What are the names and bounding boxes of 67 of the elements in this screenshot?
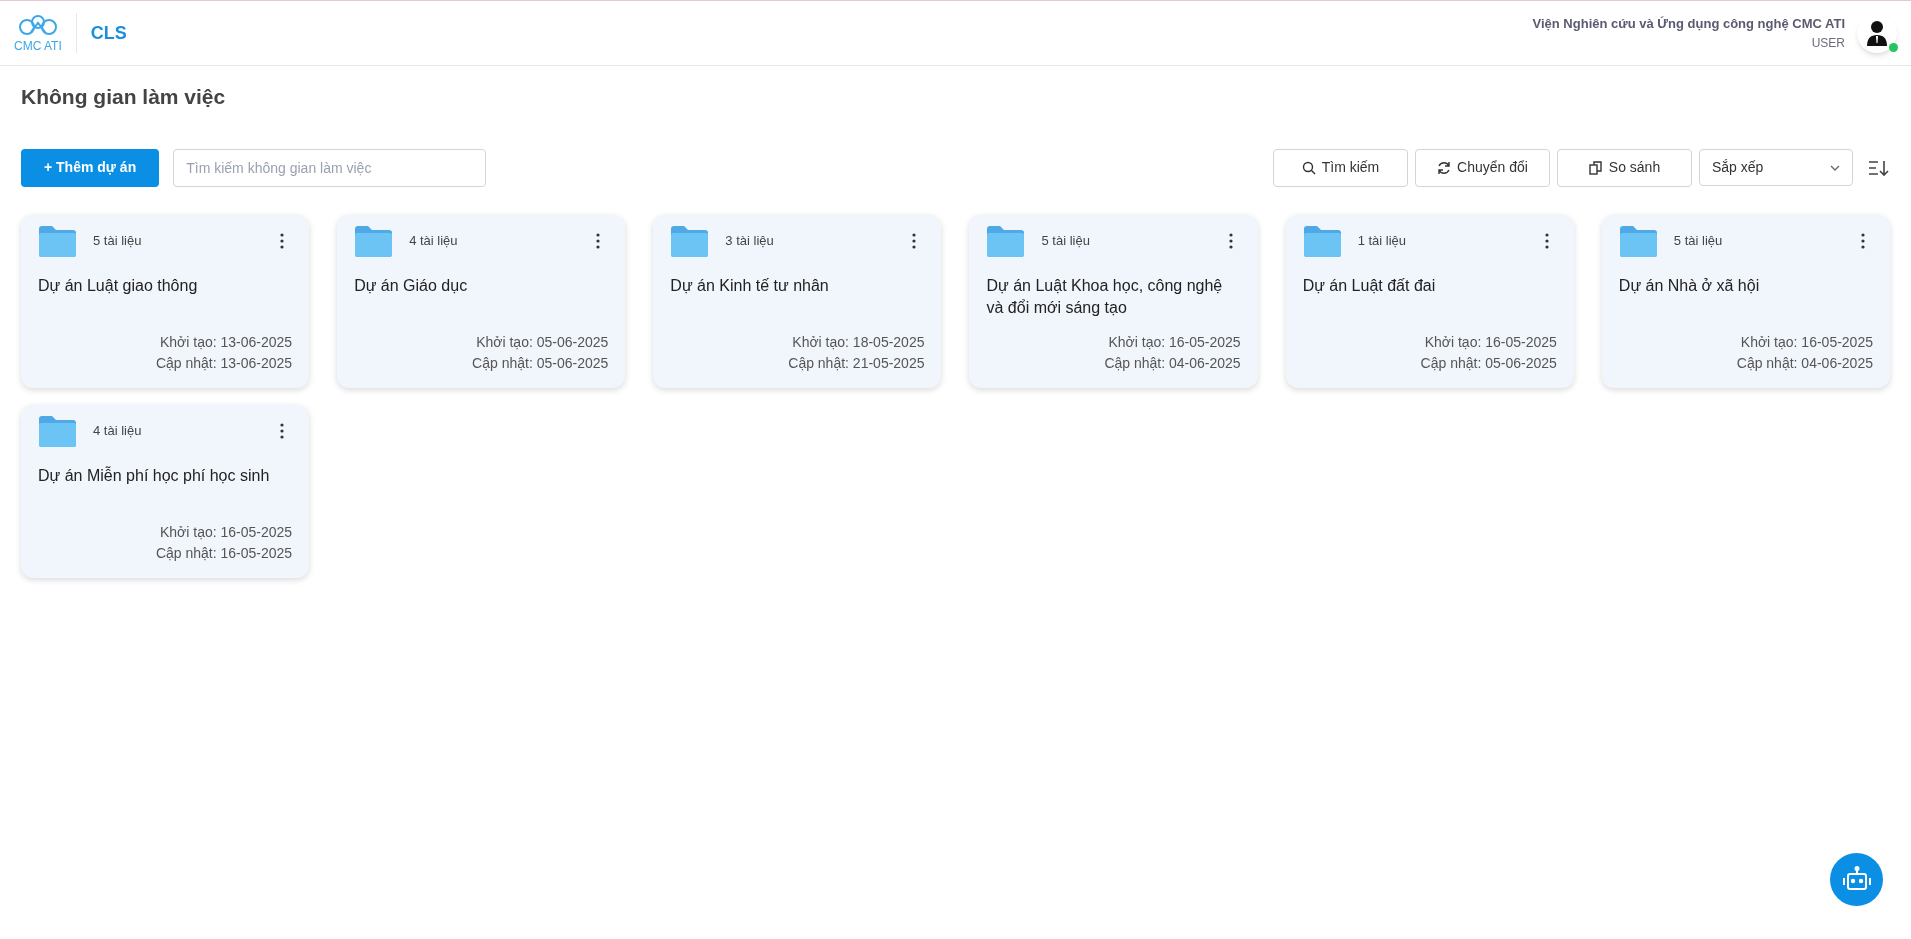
search-icon [1301,160,1316,175]
folder-icon [986,224,1026,258]
project-name: Dự án Luật đất đai [1302,275,1437,296]
project-name: Dự án Luật Khoa học, công nghệ và đổi mới sáng tạo [986,275,1224,318]
created-date: Khởi tạo: 18-05-2025 [792,332,925,352]
project-name: Dự án Nhà ở xã hội [1618,275,1761,296]
created-date: Khởi tạo: 16-05-2025 [1108,332,1241,352]
more-options-icon[interactable] [280,423,285,439]
folder-icon [38,414,77,448]
created-date: Khởi tạo: 13-06-2025 [160,332,293,352]
updated-date: Cập nhật: 16-05-2025 [155,543,293,563]
chevron-down-icon [1830,164,1840,171]
logo-text: CMC ATI [14,40,62,52]
sort-select[interactable]: Sắp xếp [1699,149,1853,186]
folder-icon [1302,224,1342,258]
search-field[interactable]: Tìm kiếm không gian làm việc [173,148,487,187]
project-name: Dự án Giáo dục [354,275,469,296]
refresh-icon [1437,160,1452,175]
project-name: Dự án Luật giao thông [38,275,199,296]
more-options-icon[interactable] [1544,233,1549,249]
updated-date: Cập nhật: 04-06-2025 [1104,353,1241,373]
updated-date: Cập nhật: 05-06-2025 [1420,353,1557,373]
created-date: Khởi tạo: 16-05-2025 [1424,332,1557,352]
project-card[interactable]: 5 tài liệu Dự án Luật giao thông Khởi tạo: 13-06-2025 Cập nhật: 13-06-2025 [21,214,310,388]
project-name: Dự án Kinh tế tư nhân [670,275,830,296]
project-card[interactable]: 5 tài liệu Dự án Luật Khoa học, công nghệ và đổi mới sáng tạo Khởi tạo: 16-05-2025 Cập nhật: 04-06-2025 [969,214,1258,388]
folder-icon [670,224,710,258]
project-name: Dự án Miễn phí học phí học sinh [38,465,271,486]
project-card[interactable]: 4 tài liệu Dự án Giáo dục Khởi tạo: 05-06-2025 Cập nhật: 05-06-2025 [337,214,626,388]
more-options-icon[interactable] [1228,233,1233,249]
document-count: 3 tài liệu [725,232,774,251]
folder-icon [38,224,77,258]
updated-date: Cập nhật: 04-06-2025 [1736,353,1873,373]
person-silhouette-icon [1866,20,1888,46]
document-count: 5 tài liệu [1673,232,1723,251]
sort-order-icon[interactable] [1868,158,1890,177]
project-card[interactable]: 4 tài liệu Dự án Miễn phí học phí học sinh Khởi tạo: 16-05-2025 Cập nhật: 16-05-2025 [21,404,310,578]
more-options-icon[interactable] [912,233,917,249]
more-options-icon[interactable] [280,233,285,249]
document-count: 5 tài liệu [93,232,142,251]
page-title: Không gian làm việc [20,84,227,110]
updated-date: Cập nhật: 13-06-2025 [155,353,293,373]
folder-icon [354,224,394,258]
document-count: 5 tài liệu [1041,232,1090,251]
project-card[interactable]: 1 tài liệu Dự án Luật đất đai Khởi tạo: 16-05-2025 Cập nhật: 05-06-2025 [1285,214,1574,388]
document-count: 4 tài liệu [93,422,142,441]
document-count: 1 tài liệu [1357,232,1407,251]
document-count: 4 tài liệu [409,232,458,251]
updated-date: Cập nhật: 05-06-2025 [472,353,609,373]
user-role: USER [1811,34,1845,52]
chatbot-button[interactable] [1830,853,1883,906]
folder-icon [1618,224,1658,258]
created-date: Khởi tạo: 05-06-2025 [476,332,609,352]
app-name: CLS [90,21,127,45]
search-button[interactable]: Tìm kiếm [1273,148,1408,187]
documents-icon [1588,160,1603,175]
avatar[interactable] [1857,13,1897,53]
created-date: Khởi tạo: 16-05-2025 [160,522,293,542]
project-card[interactable]: 5 tài liệu Dự án Nhà ở xã hội Khởi tạo: 16-05-2025 Cập nhật: 04-06-2025 [1601,214,1890,388]
created-date: Khởi tạo: 16-05-2025 [1740,332,1873,352]
organization-name: Viện Nghiên cứu và Ứng dụng công nghệ CMC ATI [1532,15,1845,34]
updated-date: Cập nhật: 21-05-2025 [788,353,925,373]
convert-button[interactable]: Chuyển đổi [1415,148,1550,187]
project-card[interactable]: 3 tài liệu Dự án Kinh tế tư nhân Khởi tạo: 18-05-2025 Cập nhật: 21-05-2025 [653,214,942,388]
more-options-icon[interactable] [1861,233,1865,249]
compare-button[interactable]: So sánh [1557,148,1692,187]
more-options-icon[interactable] [596,233,601,249]
